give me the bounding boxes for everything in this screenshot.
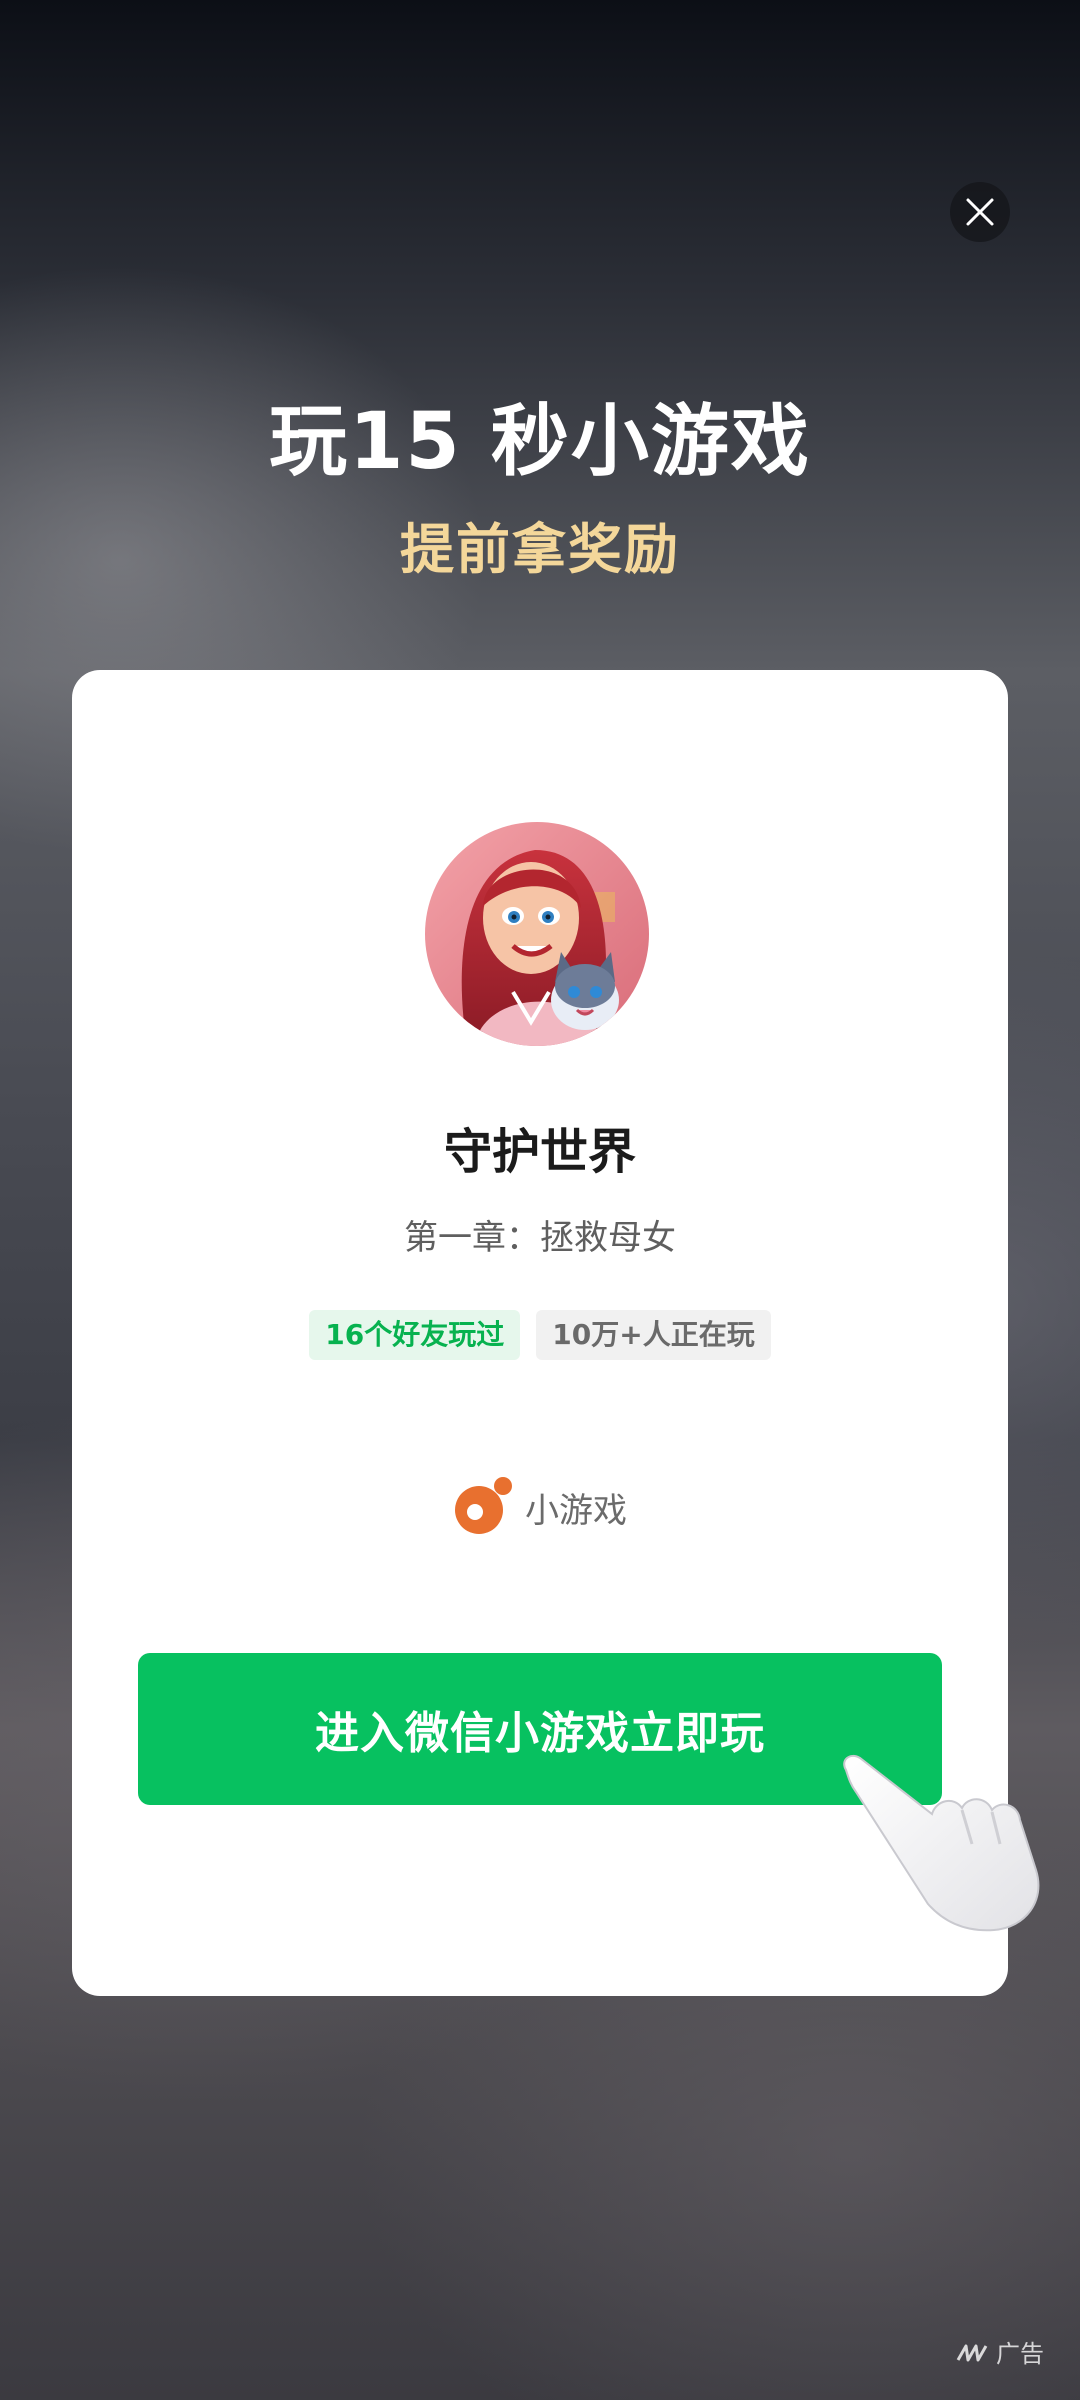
mini-game-label: 小游戏: [525, 1490, 627, 1531]
ad-text: 广告: [996, 2340, 1044, 2368]
players-count-tag: 10万+人正在玩: [536, 1310, 771, 1360]
subheadline: 提前拿奖励: [400, 518, 680, 581]
pointing-hand-icon: [843, 1754, 1040, 1932]
game-title: 守护世界: [443, 1124, 636, 1180]
headline: 玩15 秒小游戏: [269, 397, 811, 487]
mini-game-brand: 小游戏: [72, 1476, 1008, 1538]
game-subtitle: 第一章：拯救母女: [404, 1218, 676, 1258]
mini-game-logo-icon: [455, 1477, 512, 1534]
ad-label[interactable]: 广告: [956, 2334, 1044, 2369]
game-avatar[interactable]: [425, 822, 649, 1046]
ad-brand-icon: [956, 2344, 988, 2361]
close-icon: [966, 198, 994, 226]
tag-row: 16个好友玩过 10万+人正在玩: [72, 1310, 1008, 1360]
friends-played-tag: 16个好友玩过: [309, 1310, 521, 1360]
play-now-button[interactable]: 进入微信小游戏立即玩: [138, 1653, 942, 1805]
close-button[interactable]: [950, 182, 1010, 242]
